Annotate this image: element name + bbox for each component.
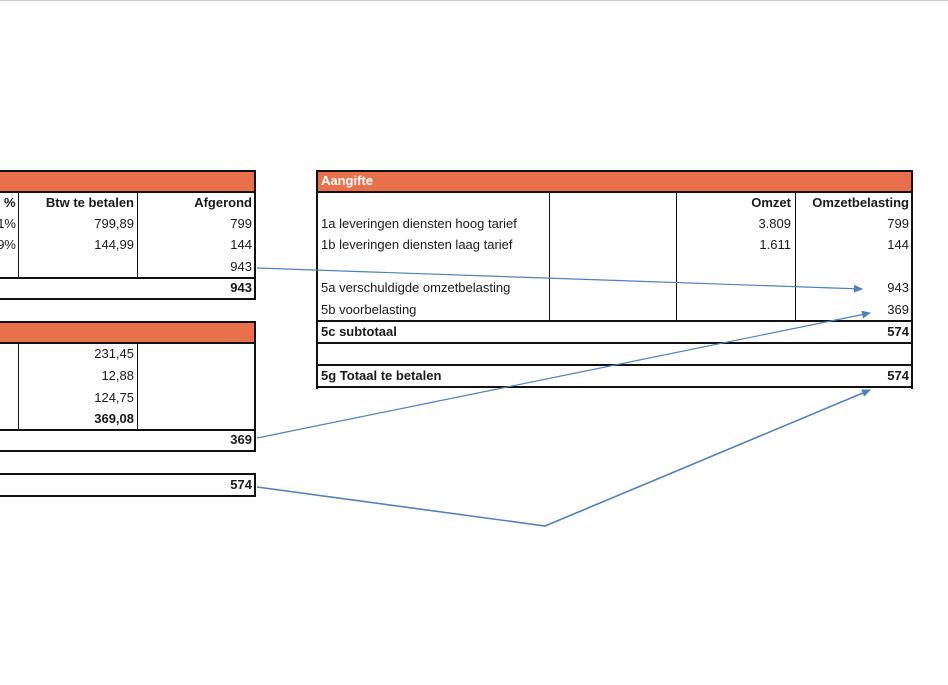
col-divider (137, 344, 138, 430)
row-1b-label[interactable]: 1b leveringen diensten laag tarief (321, 235, 513, 255)
table-right-border (254, 473, 256, 497)
row-border (0, 495, 256, 497)
table-right-border (254, 170, 256, 300)
voorbelasting-header-bar (0, 321, 256, 344)
header-btw-te-betalen[interactable]: Btw te betalen (20, 193, 134, 213)
row-border (0, 450, 256, 452)
row-5a-label[interactable]: 5a verschuldigde omzetbelasting (321, 278, 510, 298)
voorbelasting-total[interactable]: 369 (140, 430, 252, 450)
row-1a-label[interactable]: 1a leveringen diensten hoog tarief (321, 214, 517, 234)
subtotal-afgerond[interactable]: 943 (140, 257, 252, 277)
row-5c-label[interactable]: 5c subtotaal (321, 322, 397, 342)
col-divider (137, 193, 138, 277)
header-percent[interactable]: % (4, 193, 16, 213)
btw-total[interactable]: 943 (140, 278, 252, 298)
row-5c-value[interactable]: 574 (797, 322, 909, 342)
voorbelasting-sum[interactable]: 369,08 (20, 409, 134, 429)
row-5g-value[interactable]: 574 (797, 366, 909, 386)
row-1a-omzet[interactable]: 3.809 (678, 214, 791, 234)
sheet-top-border (0, 0, 948, 1)
col-divider (549, 193, 550, 321)
table-right-border (911, 170, 913, 389)
row-border (316, 342, 913, 344)
table-right-border (254, 321, 256, 452)
header-afgerond[interactable]: Afgerond (140, 193, 252, 213)
left-final-total[interactable]: 574 (140, 475, 252, 495)
btw-table-header-bar (0, 170, 256, 193)
row-5b-value[interactable]: 369 (797, 300, 909, 320)
col-divider (795, 193, 796, 321)
row1-percent[interactable]: 1% (0, 214, 16, 234)
voorbelasting-value-1[interactable]: 231,45 (20, 344, 134, 364)
row2-afgerond[interactable]: 144 (140, 235, 252, 255)
aangifte-title[interactable]: Aangifte (321, 171, 373, 191)
row-5a-value[interactable]: 943 (797, 278, 909, 298)
row1-btw[interactable]: 799,89 (20, 214, 134, 234)
row-1b-omzet[interactable]: 1.611 (678, 235, 791, 255)
row2-btw[interactable]: 144,99 (20, 235, 134, 255)
col-divider (18, 193, 19, 277)
aangifte-header-bar (316, 170, 913, 193)
row-5g-label[interactable]: 5g Totaal te betalen (321, 366, 441, 386)
row-1a-belasting[interactable]: 799 (797, 214, 909, 234)
row1-afgerond[interactable]: 799 (140, 214, 252, 234)
row-5b-label[interactable]: 5b voorbelasting (321, 300, 416, 320)
voorbelasting-value-2[interactable]: 12,88 (20, 366, 134, 386)
voorbelasting-value-3[interactable]: 124,75 (20, 388, 134, 408)
arrow-574-to-5g (256, 389, 871, 527)
header-omzet[interactable]: Omzet (678, 193, 791, 213)
table-left-border (316, 170, 318, 389)
row-1b-belasting[interactable]: 144 (797, 235, 909, 255)
row2-percent[interactable]: 9% (0, 235, 16, 255)
col-divider (676, 193, 677, 321)
row-border (0, 298, 256, 300)
header-omzetbelasting[interactable]: Omzetbelasting (797, 193, 909, 213)
col-divider (18, 344, 19, 430)
row-border (316, 386, 913, 388)
